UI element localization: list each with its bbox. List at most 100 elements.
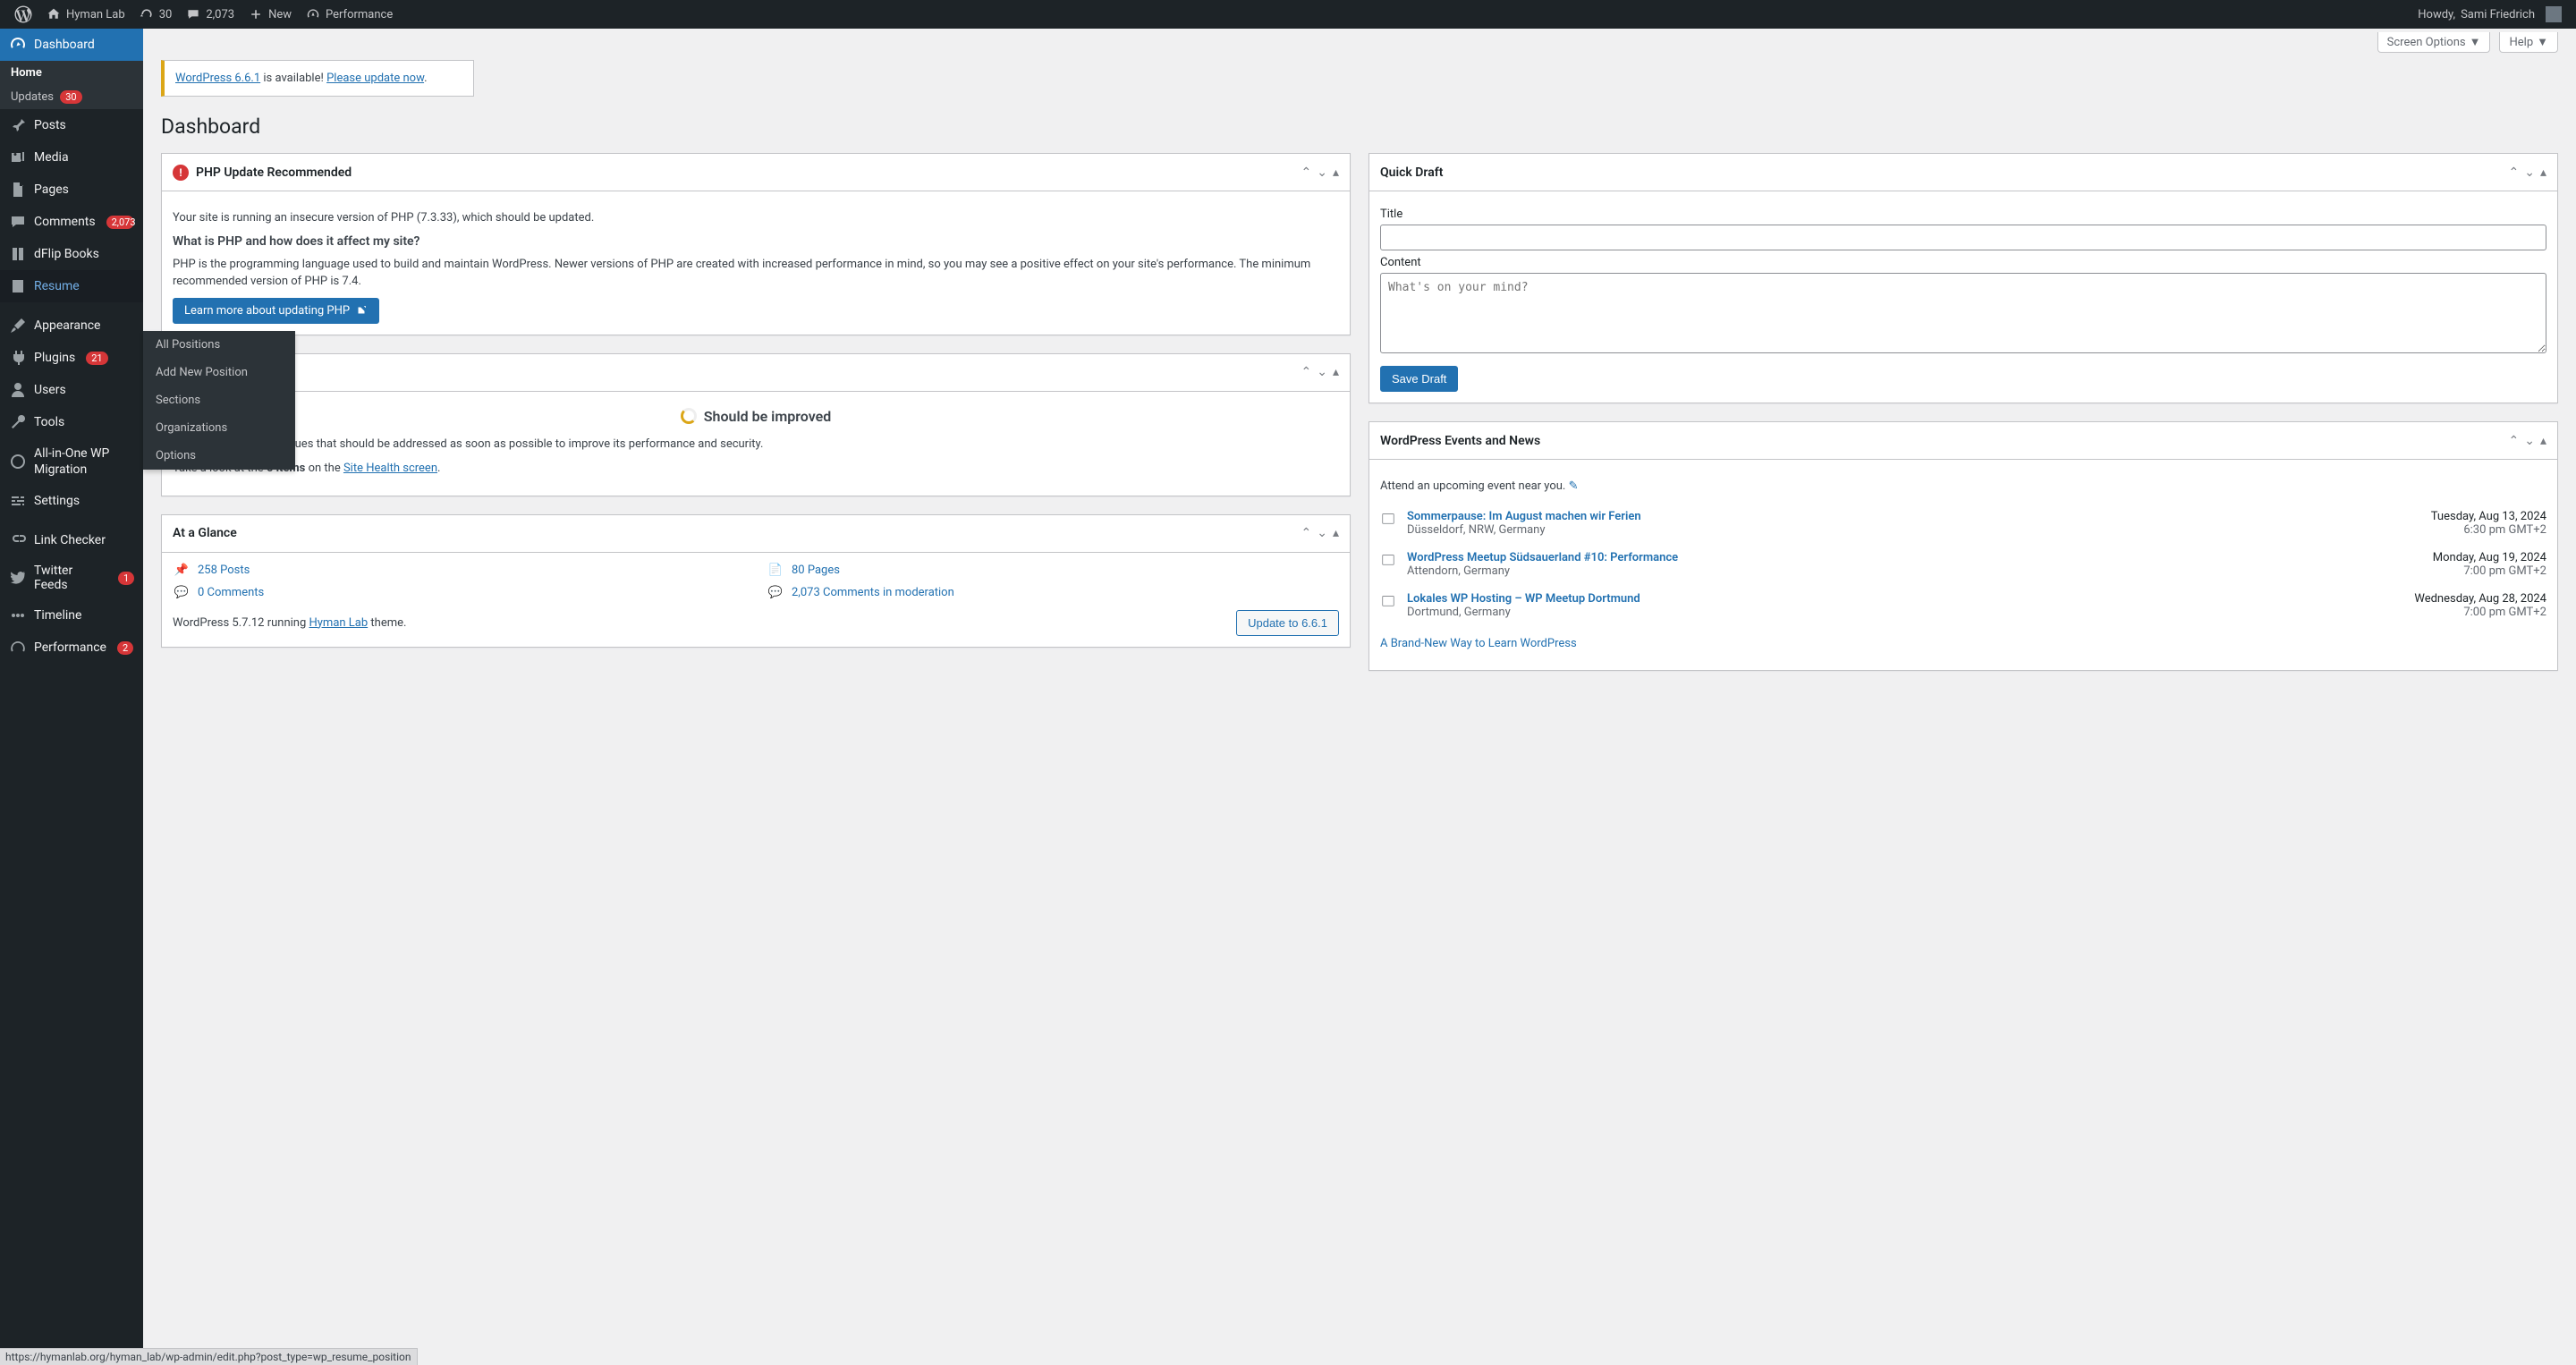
site-health-box: ⌃⌄▴ Should be improved Your site has cri… [161,353,1351,496]
move-up-icon[interactable]: ⌃ [2509,165,2520,180]
sidebar-item-resume[interactable]: Resume [0,270,143,302]
wrench-icon [9,413,27,431]
avatar [2546,6,2562,22]
sidebar-item-tools[interactable]: Tools [0,406,143,438]
admin-sidebar: Dashboard Home Updates 30 Posts Media Pa… [0,29,143,1365]
event-item: WordPress Meetup Südsauerland #10: Perfo… [1380,544,2546,585]
plus-icon [249,7,263,21]
news-link[interactable]: A Brand-New Way to Learn WordPress [1380,637,1577,650]
screen-options-button[interactable]: Screen Options ▼ [2377,32,2491,53]
sliders-icon [9,492,27,510]
dashboard-icon [9,36,27,54]
comment-icon [186,7,200,21]
move-down-icon[interactable]: ⌄ [2524,165,2535,180]
media-icon [9,148,27,166]
event-title-link[interactable]: Sommerpause: Im August machen wir Ferien [1407,510,2422,523]
toggle-icon[interactable]: ▴ [1333,165,1339,180]
update-now-link[interactable]: Please update now [326,72,424,85]
submenu-updates[interactable]: Updates 30 [0,85,143,109]
move-down-icon[interactable]: ⌄ [1317,365,1327,379]
flyout-organizations[interactable]: Organizations [143,414,295,442]
toggle-icon[interactable]: ▴ [2540,434,2546,448]
draft-title-input[interactable] [1380,225,2546,250]
wp-logo-menu[interactable] [7,0,39,29]
move-up-icon[interactable]: ⌃ [1301,526,1312,540]
submenu-home[interactable]: Home [0,61,143,85]
move-up-icon[interactable]: ⌃ [2509,434,2520,448]
update-icon [140,7,154,21]
pin-icon: 📌 [173,564,191,577]
toggle-icon[interactable]: ▴ [1333,365,1339,379]
toggle-icon[interactable]: ▴ [2540,165,2546,180]
sidebar-item-dflip[interactable]: dFlip Books [0,238,143,270]
draft-content-textarea[interactable] [1380,273,2546,353]
resume-flyout: All Positions Add New Position Sections … [143,331,295,470]
sidebar-item-pages[interactable]: Pages [0,174,143,206]
comments-menu[interactable]: 2,073 [179,0,242,29]
event-location: Dortmund, Germany [1407,606,2405,619]
main-content: Screen Options ▼ Help ▼ WordPress 6.6.1 … [143,29,2576,1365]
move-down-icon[interactable]: ⌄ [1317,165,1327,180]
learn-php-button[interactable]: Learn more about updating PHP [173,298,379,324]
site-name-menu[interactable]: Hyman Lab [39,0,132,29]
sidebar-item-settings[interactable]: Settings [0,485,143,517]
glance-posts[interactable]: 📌258 Posts [173,564,745,577]
my-account-menu[interactable]: Howdy, Sami Friedrich [2411,0,2569,29]
comment-icon: 💬 [173,586,191,599]
flyout-options[interactable]: Options [143,442,295,470]
flyout-sections[interactable]: Sections [143,386,295,414]
move-up-icon[interactable]: ⌃ [1301,365,1312,379]
sidebar-item-dashboard[interactable]: Dashboard [0,29,143,61]
new-content-menu[interactable]: New [242,0,299,29]
event-title-link[interactable]: Lokales WP Hosting – WP Meetup Dortmund [1407,592,2405,606]
sidebar-item-migration[interactable]: All-in-One WP Migration [0,438,143,485]
user-icon [9,381,27,399]
home-icon [47,7,61,21]
gauge-icon [306,7,320,21]
save-draft-button[interactable]: Save Draft [1380,366,1458,392]
at-a-glance-box: At a Glance ⌃⌄▴ 📌258 Posts 📄80 Pages 💬0 … [161,514,1351,648]
sidebar-item-media[interactable]: Media [0,141,143,174]
event-item: Sommerpause: Im August machen wir Ferien… [1380,503,2546,544]
sidebar-item-timeline[interactable]: Timeline [0,599,143,632]
dashboard-submenu: Home Updates 30 [0,61,143,109]
twitter-badge: 1 [118,572,134,585]
updates-menu[interactable]: 30 [132,0,180,29]
sidebar-item-appearance[interactable]: Appearance [0,309,143,342]
status-ring-icon [681,408,697,424]
performance-badge: 2 [117,641,133,655]
performance-menu[interactable]: Performance [299,0,400,29]
help-button[interactable]: Help ▼ [2499,32,2558,53]
sidebar-item-linkchecker[interactable]: Link Checker [0,524,143,556]
sidebar-item-plugins[interactable]: Plugins21 [0,342,143,374]
theme-link[interactable]: Hyman Lab [309,616,369,630]
glance-comments[interactable]: 💬0 Comments [173,586,745,599]
toggle-icon[interactable]: ▴ [1333,526,1339,540]
plug-icon [9,349,27,367]
sidebar-item-performance[interactable]: Performance2 [0,632,143,664]
site-health-link[interactable]: Site Health screen [343,462,437,475]
flyout-all-positions[interactable]: All Positions [143,331,295,359]
move-down-icon[interactable]: ⌄ [2524,434,2535,448]
sidebar-item-twitter[interactable]: Twitter Feeds1 [0,556,143,599]
event-date: Wednesday, Aug 28, 20247:00 pm GMT+2 [2414,592,2546,619]
comment-icon: 💬 [767,586,784,599]
event-title-link[interactable]: WordPress Meetup Südsauerland #10: Perfo… [1407,551,2424,564]
sidebar-item-posts[interactable]: Posts [0,109,143,141]
flyout-add-new[interactable]: Add New Position [143,359,295,386]
wp-version-link[interactable]: WordPress 6.6.1 [175,72,260,85]
sidebar-item-users[interactable]: Users [0,374,143,406]
event-date: Tuesday, Aug 13, 20246:30 pm GMT+2 [2431,510,2546,537]
glance-moderation[interactable]: 💬2,073 Comments in moderation [767,586,1339,599]
chevron-down-icon: ▼ [2470,35,2481,49]
update-wp-button[interactable]: Update to 6.6.1 [1236,610,1339,636]
resume-icon [9,277,27,295]
edit-location-button[interactable]: ✎ [1569,479,1579,493]
plugins-badge: 21 [86,352,107,365]
wordpress-icon [14,5,32,23]
move-up-icon[interactable]: ⌃ [1301,165,1312,180]
sidebar-item-comments[interactable]: Comments2,073 [0,206,143,238]
glance-pages[interactable]: 📄80 Pages [767,564,1339,577]
meetup-icon [1380,510,1398,537]
move-down-icon[interactable]: ⌄ [1317,526,1327,540]
